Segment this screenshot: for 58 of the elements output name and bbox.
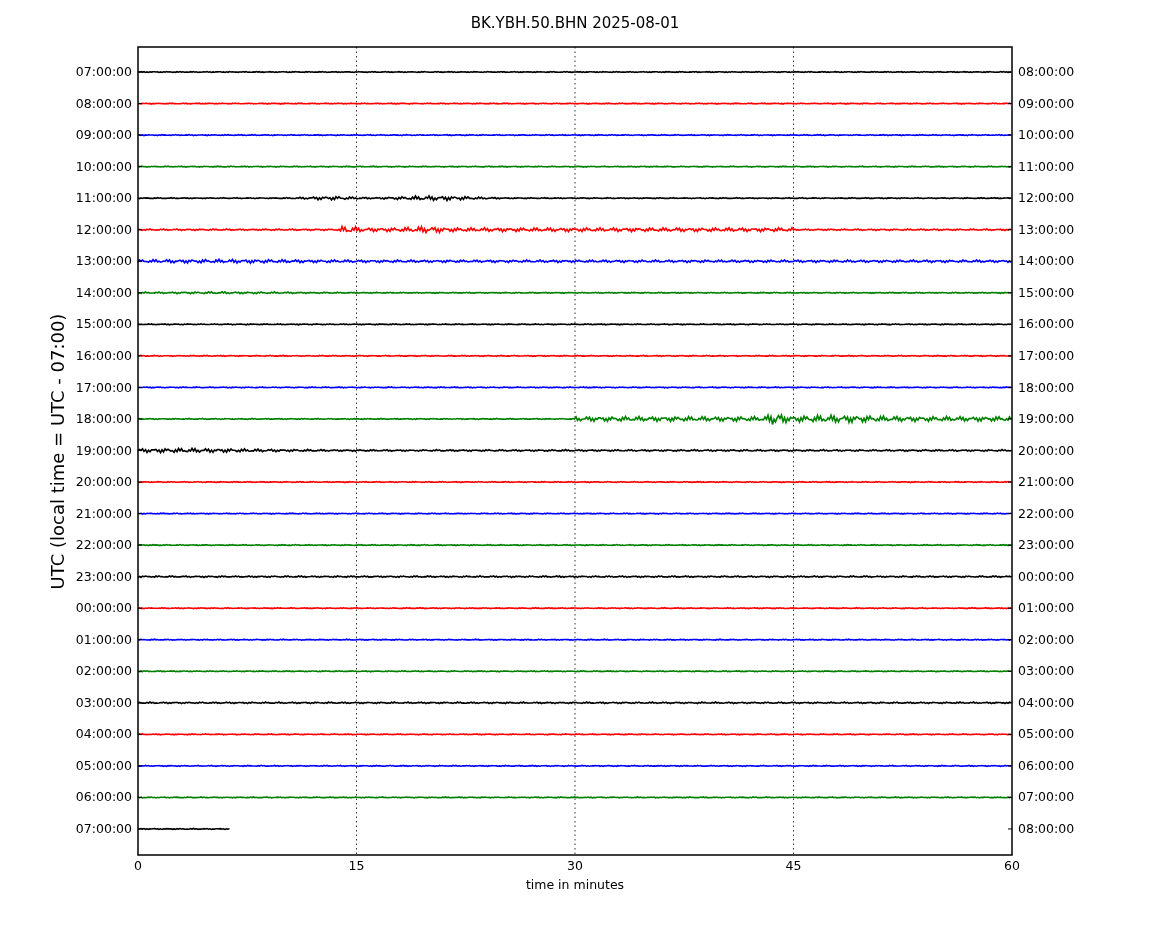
hour-label: 16:00:00 [1018, 315, 1075, 334]
hour-label: 12:00:00 [75, 220, 132, 239]
hour-label: 09:00:00 [1018, 94, 1075, 113]
hour-label: 03:00:00 [1018, 662, 1075, 681]
hour-label: 22:00:00 [1018, 504, 1075, 523]
hour-label: 01:00:00 [75, 630, 132, 649]
hour-label: 20:00:00 [1018, 441, 1075, 460]
x-tick-label: 45 [785, 858, 802, 873]
hour-label: 08:00:00 [1018, 63, 1075, 82]
hour-label: 14:00:00 [75, 283, 132, 302]
plot-title: BK.YBH.50.BHN 2025-08-01 [470, 13, 680, 33]
hour-label: 06:00:00 [1018, 756, 1075, 775]
hour-label: 18:00:00 [1018, 378, 1075, 397]
hour-label: 02:00:00 [75, 662, 132, 681]
hour-label: 04:00:00 [1018, 693, 1075, 712]
hour-label: 03:00:00 [75, 693, 132, 712]
hour-label: 16:00:00 [75, 347, 132, 365]
x-axis-title: time in minutes [525, 877, 625, 892]
hour-label: 00:00:00 [75, 599, 132, 618]
hour-label: 13:00:00 [75, 252, 132, 271]
hour-label: 08:00:00 [1018, 819, 1075, 838]
hour-label: 18:00:00 [75, 410, 132, 429]
hour-label: 06:00:00 [75, 788, 132, 807]
y-axis-title: UTC (local time = UTC - 07:00) [47, 313, 69, 589]
hour-label: 17:00:00 [1018, 347, 1075, 365]
hour-label: 22:00:00 [75, 536, 132, 555]
hour-label: 07:00:00 [1018, 788, 1075, 807]
hour-label: 21:00:00 [75, 504, 132, 523]
hour-label: 00:00:00 [1018, 567, 1075, 586]
hour-label: 15:00:00 [75, 315, 132, 334]
hour-label: 05:00:00 [1018, 725, 1075, 744]
hour-label: 10:00:00 [1018, 126, 1075, 145]
hour-label: 10:00:00 [75, 157, 132, 176]
hour-label: 19:00:00 [75, 441, 132, 460]
hour-label: 04:00:00 [75, 725, 132, 744]
hour-label: 19:00:00 [1018, 410, 1075, 429]
hour-label: 08:00:00 [75, 94, 132, 113]
hour-label: 17:00:00 [75, 378, 132, 397]
hour-label: 07:00:00 [75, 63, 132, 82]
hour-label: 11:00:00 [75, 189, 132, 208]
hour-label: 02:00:00 [1018, 630, 1075, 649]
hour-label: 07:00:00 [75, 819, 132, 838]
x-tick-label: 30 [567, 858, 583, 873]
x-tick-label: 15 [348, 858, 365, 873]
hour-label: 01:00:00 [1018, 599, 1075, 618]
hour-label: 23:00:00 [75, 567, 132, 586]
hour-label: 11:00:00 [1018, 157, 1075, 176]
hour-label: 09:00:00 [75, 126, 132, 145]
hour-label: 20:00:00 [75, 473, 132, 492]
hour-label: 05:00:00 [75, 756, 132, 775]
x-tick-label: 60 [1004, 858, 1020, 873]
hour-label: 14:00:00 [1018, 252, 1075, 271]
hour-label: 23:00:00 [1018, 536, 1075, 555]
hour-label: 12:00:00 [1018, 189, 1075, 208]
hour-label: 15:00:00 [1018, 283, 1075, 302]
hour-label: 13:00:00 [1018, 220, 1075, 239]
hour-label: 21:00:00 [1018, 473, 1075, 492]
x-tick-label: 0 [134, 858, 142, 873]
